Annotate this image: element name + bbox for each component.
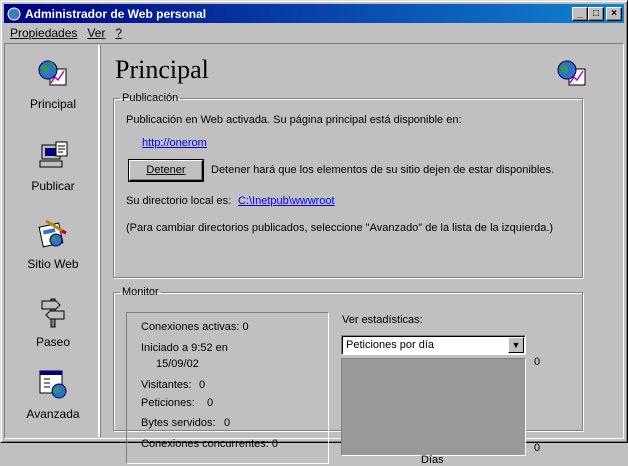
monitor-legend: Monitor (122, 286, 159, 298)
window-globe-icon (39, 370, 67, 399)
monitor-group: Monitor Conexiones activas: 0 Iniciado a… (113, 286, 583, 466)
sidebar-item-avanzada[interactable]: Avanzada (6, 367, 100, 421)
maximize-button[interactable]: □ (588, 6, 604, 21)
bytes-served-label: Bytes servidos: (141, 417, 216, 429)
graph-min-value: 0 (534, 442, 541, 454)
app-globe-icon (7, 7, 21, 20)
view-stats-label: Ver estadísticas: (342, 314, 423, 326)
started-label: Iniciado a 9:52 en (141, 342, 228, 354)
globe-chart-icon (38, 60, 67, 86)
publicacion-legend: Publicación (122, 92, 179, 104)
visitors-label: Visitantes: (141, 379, 192, 391)
sidebar-item-label: Sitio Web (27, 257, 79, 271)
publicacion-group: Publicación Publicación en Web activada.… (113, 92, 583, 278)
local-dir-label: Su directorio local es: (126, 195, 232, 207)
local-dir-link[interactable]: C:\Inetpub\wwwroot (238, 195, 335, 207)
sidebar-item-sitio-web[interactable]: Sitio Web (6, 217, 100, 271)
minimize-button[interactable]: _ (572, 6, 588, 21)
app-window: Administrador de Web personal _ □ × Prop… (0, 0, 628, 466)
stop-button[interactable]: Detener (128, 159, 204, 182)
sidebar-item-label: Publicar (31, 179, 75, 193)
computer-publish-icon (39, 141, 68, 168)
website-pencil-icon (38, 219, 67, 248)
requests-value: 0 (207, 397, 214, 409)
home-page-link[interactable]: http://onerom (142, 137, 207, 149)
globe-chart-icon (557, 60, 586, 86)
sidebar: Principal Publicar Sitio Web Paseo Avanz… (6, 45, 100, 437)
sidebar-item-publicar[interactable]: Publicar (6, 139, 100, 193)
menu-ver[interactable]: Ver (81, 26, 109, 40)
stats-select-value: Peticiones por día (346, 339, 435, 351)
active-connections-text: Conexiones activas: 0 (141, 321, 249, 333)
sidebar-item-principal[interactable]: Principal (6, 57, 100, 111)
menu-bar: Propiedades Ver ? (4, 24, 624, 42)
menu-propiedades[interactable]: Propiedades (4, 26, 81, 40)
signpost-icon (41, 298, 65, 328)
close-button[interactable]: × (606, 6, 622, 21)
advanced-hint-text: (Para cambiar directorios publicados, se… (126, 222, 554, 234)
chevron-down-icon[interactable]: ▼ (508, 337, 524, 353)
sidebar-item-label: Paseo (35, 335, 71, 349)
graph-max-value: 0 (534, 356, 541, 368)
window-title: Administrador de Web personal (25, 6, 207, 21)
requests-label: Peticiones: (141, 397, 195, 409)
page-title: Principal (115, 55, 209, 84)
stats-graph (341, 358, 526, 456)
graph-x-label: Días (421, 454, 444, 466)
monitor-stats-box: Conexiones activas: 0 Iniciado a 9:52 en… (126, 312, 329, 464)
stop-hint-text: Detener hará que los elementos de su sit… (211, 164, 555, 176)
publish-status-text: Publicación en Web activada. Su página p… (126, 114, 462, 126)
visitors-value: 0 (199, 379, 206, 391)
sidebar-item-paseo[interactable]: Paseo (6, 295, 100, 349)
title-bar[interactable]: Administrador de Web personal _ □ × (4, 4, 624, 23)
concurrent-connections-text: Conexiones concurrentes: 0 (141, 438, 278, 450)
sidebar-item-label: Principal (29, 97, 77, 111)
main-panel: Principal Publicación Publicación en Web… (105, 45, 621, 466)
menu-help[interactable]: ? (109, 26, 126, 40)
client-area: Principal Publicar Sitio Web Paseo Avanz… (4, 43, 624, 466)
bytes-served-value: 0 (224, 417, 231, 429)
stats-select[interactable]: Peticiones por día ▼ (341, 335, 526, 355)
started-date: 15/09/02 (156, 358, 199, 370)
sidebar-item-label: Avanzada (26, 407, 80, 421)
